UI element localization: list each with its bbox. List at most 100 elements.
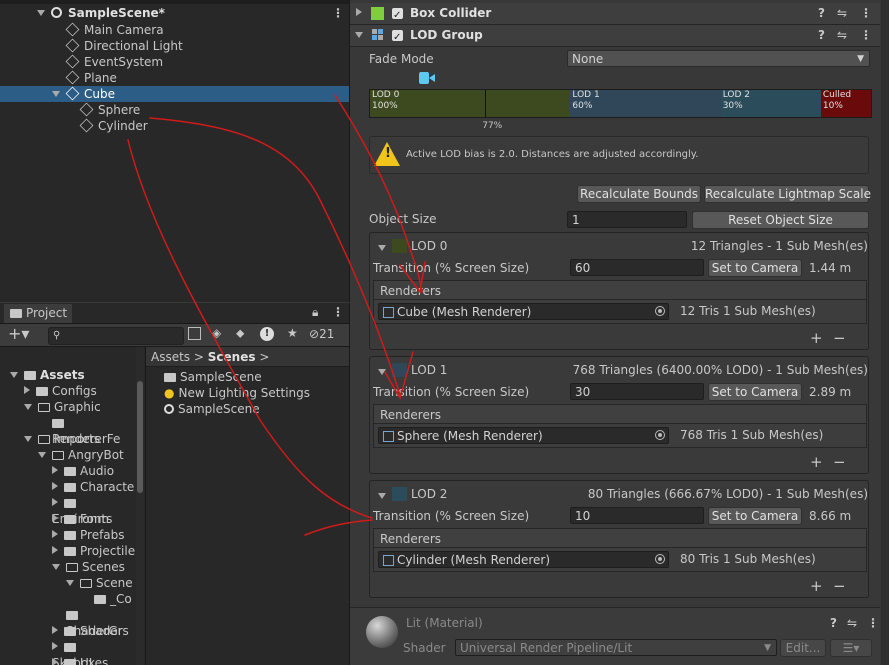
lod-segment-2[interactable]: LOD 2 30% — [720, 90, 821, 117]
remove-renderer-button[interactable]: − — [833, 329, 846, 347]
transition-input[interactable]: 60 — [570, 259, 704, 276]
alert-icon[interactable]: ! — [260, 327, 274, 341]
tree-item[interactable]: AngryBot — [38, 447, 124, 463]
tree-item[interactable]: Skyboxes — [52, 639, 136, 665]
add-renderer-button[interactable]: + — [810, 453, 823, 471]
tree-item[interactable]: Scene — [66, 575, 133, 591]
edit-shader-button[interactable]: Edit... — [780, 639, 826, 657]
box-collider-header[interactable]: Box Collider ? ⇋ ⋮ — [350, 3, 880, 26]
renderer-object-field[interactable]: Cylinder (Mesh Renderer) — [378, 551, 669, 568]
menu-icon[interactable]: ⋮ — [867, 616, 879, 630]
tree-item[interactable]: Fonts — [52, 511, 112, 527]
file-item[interactable]: SampleScene — [164, 369, 262, 385]
object-picker-icon[interactable] — [655, 306, 665, 316]
inspector-scrollbar[interactable] — [881, 0, 889, 665]
recalculate-bounds-button[interactable]: Recalculate Bounds — [577, 185, 701, 203]
search-by-label-icon[interactable]: ◈ — [212, 326, 221, 340]
remove-renderer-button[interactable]: − — [833, 453, 846, 471]
lock-icon[interactable]: 🔒︎ — [312, 305, 318, 320]
tree-item[interactable]: ShaderGr — [66, 607, 136, 638]
tab-project[interactable]: Project — [4, 304, 72, 323]
object-picker-icon[interactable] — [655, 430, 665, 440]
menu-icon[interactable]: ⋮ — [860, 25, 872, 46]
lod-bar[interactable]: LOD 0 100% LOD 1 60% LOD 2 30% Culled 10% — [369, 89, 872, 118]
menu-icon[interactable]: ⋮ — [860, 3, 872, 24]
hidden-count[interactable]: ⊘21 — [309, 327, 334, 341]
foldout-icon[interactable] — [378, 241, 392, 255]
scene-row[interactable]: SampleScene* ⋮ — [0, 5, 349, 21]
item-label: Sphere — [98, 103, 141, 117]
fade-mode-dropdown[interactable]: None ▼ — [567, 50, 870, 67]
help-icon[interactable]: ? — [830, 616, 837, 630]
enable-checkbox[interactable] — [392, 3, 403, 26]
object-size-field[interactable]: 1 — [567, 211, 687, 228]
breadcrumb-assets[interactable]: Assets — [151, 350, 190, 364]
tree-item[interactable]: Configs — [24, 383, 97, 399]
hierarchy-item[interactable]: Main Camera — [0, 22, 349, 38]
expand-arrow-icon[interactable] — [37, 5, 51, 21]
hierarchy-item[interactable]: Directional Light — [0, 38, 349, 54]
hierarchy-item[interactable]: Plane — [0, 70, 349, 86]
tree-item[interactable]: Characte — [52, 479, 134, 495]
settings-icon[interactable]: ⇋ — [847, 616, 857, 630]
search-input[interactable]: ⚲ — [48, 327, 184, 345]
hierarchy-item-selected[interactable]: Cube — [0, 86, 349, 102]
set-to-camera-button[interactable]: Set to Camera — [708, 383, 802, 401]
tree-item[interactable]: Projectile — [52, 543, 135, 559]
help-icon[interactable]: ? — [818, 25, 825, 46]
shader-dropdown[interactable]: Universal Render Pipeline/Lit ▼ — [455, 639, 777, 656]
reset-object-size-button[interactable]: Reset Object Size — [692, 211, 869, 229]
tree-item[interactable]: Graphic — [24, 399, 101, 415]
menu-icon[interactable]: ⋮ — [332, 5, 344, 21]
create-button[interactable]: +▾ — [8, 324, 29, 344]
breadcrumb-scenes[interactable]: Scenes — [208, 350, 256, 364]
foldout-icon[interactable] — [378, 489, 392, 503]
renderer-object-field[interactable]: Sphere (Mesh Renderer) — [378, 427, 669, 444]
lod-segment-culled[interactable]: Culled 10% — [820, 90, 871, 117]
enable-checkbox[interactable] — [392, 25, 403, 48]
foldout-icon[interactable] — [355, 25, 369, 46]
set-to-camera-button[interactable]: Set to Camera — [708, 507, 802, 525]
settings-icon[interactable]: ⇋ — [837, 25, 847, 46]
settings-icon[interactable]: ⇋ — [837, 3, 847, 24]
remove-renderer-button[interactable]: − — [833, 577, 846, 595]
lod-group-header[interactable]: LOD Group ? ⇋ ⋮ — [350, 25, 880, 48]
hierarchy-item[interactable]: EventSystem — [0, 54, 349, 70]
tree-item-assets[interactable]: Assets — [10, 367, 85, 383]
shader-menu-button[interactable]: ☰▾ — [830, 639, 872, 657]
tree-scrollbar-thumb[interactable] — [137, 381, 143, 493]
search-icon: ⚲ — [53, 330, 61, 341]
expand-arrow-icon[interactable] — [52, 86, 66, 102]
recalculate-lightmap-scale-button[interactable]: Recalculate Lightmap Scale — [704, 185, 871, 203]
foldout-icon[interactable] — [378, 365, 392, 379]
add-renderer-button[interactable]: + — [810, 577, 823, 595]
tree-item[interactable]: Prefabs — [52, 527, 125, 543]
transition-input[interactable]: 10 — [570, 507, 704, 524]
add-renderer-button[interactable]: + — [810, 329, 823, 347]
tree-item[interactable]: Audio — [52, 463, 114, 479]
foldout-icon[interactable] — [356, 3, 368, 24]
help-icon[interactable]: ? — [818, 3, 825, 24]
label-tag-icon[interactable]: ⬥ — [236, 326, 244, 341]
tree-item[interactable]: Imports — [24, 431, 100, 447]
lod-segment-0[interactable]: LOD 0 100% — [370, 90, 571, 117]
hierarchy-item[interactable]: Sphere — [0, 102, 349, 118]
transition-input[interactable]: 30 — [570, 383, 704, 400]
favorite-star-icon[interactable]: ★ — [287, 326, 298, 340]
tree-item[interactable]: UI — [52, 655, 92, 665]
object-picker-icon[interactable] — [655, 554, 665, 564]
lod-segment-1[interactable]: LOD 1 60% — [570, 90, 721, 117]
tree-item[interactable]: Scenes — [52, 559, 125, 575]
tree-item[interactable]: Shaders — [52, 623, 129, 639]
renderer-object-field[interactable]: Cube (Mesh Renderer) — [378, 303, 669, 320]
search-by-type-icon[interactable] — [188, 327, 201, 340]
file-item[interactable]: SampleScene — [164, 401, 260, 417]
tree-item[interactable]: RendererFe — [52, 415, 136, 446]
file-item[interactable]: ● New Lighting Settings — [164, 385, 310, 401]
set-to-camera-button[interactable]: Set to Camera — [708, 259, 802, 277]
camera-icon[interactable] — [419, 71, 435, 85]
menu-icon[interactable]: ⋮ — [332, 305, 344, 319]
hierarchy-item[interactable]: Cylinder — [0, 118, 349, 134]
tree-item[interactable]: _Co — [94, 591, 132, 607]
tree-item[interactable]: Environm — [52, 495, 136, 526]
